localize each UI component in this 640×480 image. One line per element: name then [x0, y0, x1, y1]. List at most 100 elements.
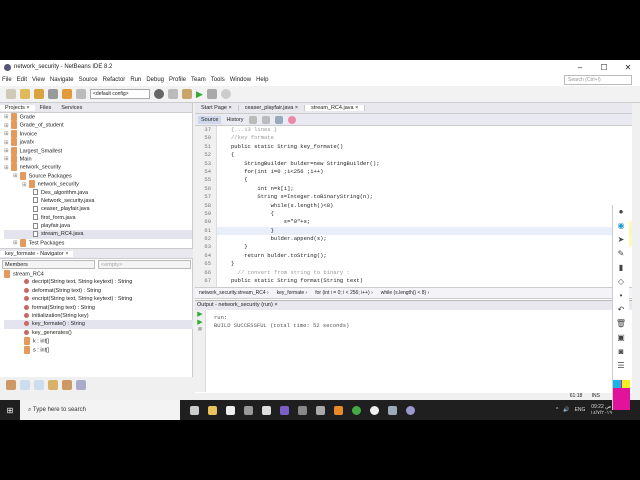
output-tab[interactable]: Output - network_security (run) × — [195, 301, 632, 310]
menu-view[interactable]: View — [32, 77, 45, 83]
filter-inherited-icon[interactable] — [48, 380, 58, 390]
trash-icon[interactable]: 🗑 — [616, 319, 626, 328]
profile-icon[interactable] — [220, 89, 231, 99]
source-tab[interactable]: Source — [198, 115, 222, 124]
breadcrumb-for[interactable]: for (int i = 0; i < 256; i++) › — [315, 290, 373, 296]
project-tree-item[interactable]: ⊞ Main — [4, 154, 192, 163]
code-line[interactable]: 53 StringBuilder bulder=new StringBuilde… — [195, 160, 632, 168]
history-tab[interactable]: History — [226, 117, 243, 123]
chevron-up-icon[interactable]: ^ — [556, 407, 558, 413]
back-icon[interactable] — [261, 115, 270, 124]
code-line[interactable]: 60 s="0"+s; — [195, 218, 632, 226]
code-line[interactable]: 55 { — [195, 176, 632, 184]
code-line[interactable]: 63 } — [195, 243, 632, 251]
app-icon[interactable] — [406, 405, 415, 415]
code-line[interactable]: 61 } — [195, 226, 632, 236]
code-line[interactable]: 66 // convert from string to binary : — [195, 269, 632, 277]
tab-projects[interactable]: Projects × — [0, 104, 35, 111]
navigator-member[interactable]: s : int[] — [4, 345, 193, 354]
taskbar-search[interactable]: ⌕ Type here to search — [20, 400, 180, 420]
last-edit-icon[interactable] — [248, 115, 257, 124]
eraser-icon[interactable]: ◇ — [618, 277, 624, 286]
breadcrumb-method[interactable]: key_formate › — [277, 290, 308, 296]
project-tree-item[interactable]: ⊞ network_security — [4, 180, 192, 189]
project-tree-item[interactable]: ⊞ Source Packages — [4, 171, 192, 180]
project-tree-item[interactable]: stream_RC4.java — [4, 230, 192, 239]
dot-icon[interactable]: • — [620, 291, 623, 300]
code-line[interactable]: 56 int n=k[i]; — [195, 185, 632, 193]
tools-icon[interactable] — [316, 405, 325, 415]
tab-start-page[interactable]: Start Page × — [195, 105, 239, 111]
code-line[interactable]: 58 while(s.length()<8) — [195, 202, 632, 210]
navigator-title[interactable]: key_formate - Navigator × — [0, 250, 74, 257]
project-tree-item[interactable]: Des_algorithm.java — [4, 189, 192, 197]
menu-team[interactable]: Team — [191, 77, 206, 83]
menu-help[interactable]: Help — [256, 77, 268, 83]
task-view-icon[interactable] — [190, 405, 199, 415]
project-tree-item[interactable]: ⊞ Grade — [4, 113, 192, 121]
eye-icon[interactable]: ◉ — [618, 221, 625, 230]
close-button[interactable]: ✕ — [616, 63, 640, 72]
sort-name-icon[interactable] — [62, 380, 72, 390]
marker-icon[interactable]: ▮ — [619, 263, 623, 272]
filter-nonpublic-icon[interactable] — [34, 380, 44, 390]
chrome-icon[interactable] — [352, 405, 361, 415]
members-select[interactable]: Members — [2, 260, 95, 269]
run-icon[interactable]: ▶ — [196, 89, 203, 100]
code-line[interactable]: 50//key formate — [195, 134, 632, 142]
project-tree-item[interactable]: first_form.java — [4, 214, 192, 222]
pointer-icon[interactable]: ➤ — [618, 235, 625, 244]
filter-select[interactable]: <empty> — [98, 260, 191, 269]
menu-navigate[interactable]: Navigate — [50, 77, 74, 83]
filter-static-icon[interactable] — [20, 380, 30, 390]
rerun-icon[interactable]: ▶ — [195, 310, 205, 318]
project-tree-item[interactable]: Network_security.java — [4, 197, 192, 205]
open-project-icon[interactable] — [34, 89, 44, 99]
navigator-member[interactable]: encript(String text, String keytext) : S… — [4, 295, 193, 303]
code-line[interactable]: 51 public static String key_formate() — [195, 143, 632, 151]
minimize-button[interactable]: – — [568, 63, 592, 72]
store-icon[interactable] — [226, 405, 235, 415]
navigator-member[interactable]: k : int[] — [4, 337, 193, 346]
clock-date[interactable]: ١٤/٧/٢٠١٩ — [590, 410, 612, 416]
project-tree-item[interactable]: ⊞ Test Packages — [4, 238, 192, 247]
menu-refactor[interactable]: Refactor — [103, 77, 126, 83]
project-tree-item[interactable]: ⊞ Largest_Smallest — [4, 146, 192, 155]
project-tree-item[interactable]: ⊞ javafx — [4, 138, 192, 147]
menu-run[interactable]: Run — [130, 77, 141, 83]
clipboard-icon[interactable]: ☰ — [617, 361, 624, 370]
language-indicator[interactable]: ENG — [575, 407, 586, 413]
blender-icon[interactable] — [334, 405, 343, 415]
rerun-params-icon[interactable]: ▶ — [195, 318, 205, 326]
save-all-icon[interactable] — [48, 89, 58, 99]
config-select[interactable]: <default config> — [90, 89, 150, 99]
globe-icon[interactable] — [154, 89, 164, 99]
code-line[interactable]: 64 return bulder.toString(); — [195, 252, 632, 260]
debug-icon[interactable] — [206, 89, 217, 99]
project-tree-item[interactable]: ⊞ Invoice — [4, 129, 192, 138]
navigator-member[interactable]: key_generates() — [4, 329, 193, 337]
project-tree-item[interactable]: ⊞ Grade_of_student — [4, 121, 192, 130]
tab-services[interactable]: Services — [56, 105, 87, 111]
navigator-member[interactable]: decript(String text, String keytext) : S… — [4, 278, 193, 286]
file-explorer-icon[interactable] — [208, 405, 217, 415]
sort-source-icon[interactable] — [76, 380, 86, 390]
menu-tools[interactable]: Tools — [211, 77, 225, 83]
search-input[interactable]: Search (Ctrl+I) — [564, 75, 632, 85]
code-line[interactable]: 52{ — [195, 151, 632, 159]
whiteboard-icon[interactable]: ▣ — [617, 333, 625, 342]
camera-icon[interactable]: ◙ — [619, 347, 624, 356]
windows-start-icon[interactable]: ⊞ — [0, 406, 20, 415]
menu-debug[interactable]: Debug — [146, 77, 164, 83]
code-line[interactable]: 54 for(int i=0 ;i<256 ;i++) — [195, 168, 632, 176]
navigator-member[interactable]: deformat(String text) : String — [4, 287, 193, 295]
new-project-icon[interactable] — [20, 89, 30, 99]
menu-source[interactable]: Source — [79, 77, 98, 83]
find-icon[interactable] — [274, 115, 283, 124]
navigator-member[interactable]: key_formate() : String — [4, 320, 193, 329]
navigator-root[interactable]: stream_RC4 — [4, 270, 193, 278]
tab-ceaser-playfair[interactable]: ceaser_playfair.java × — [239, 105, 306, 111]
clean-build-icon[interactable] — [182, 89, 192, 99]
undo-icon[interactable]: ↶ — [618, 305, 625, 314]
maximize-button[interactable]: ☐ — [592, 63, 616, 72]
